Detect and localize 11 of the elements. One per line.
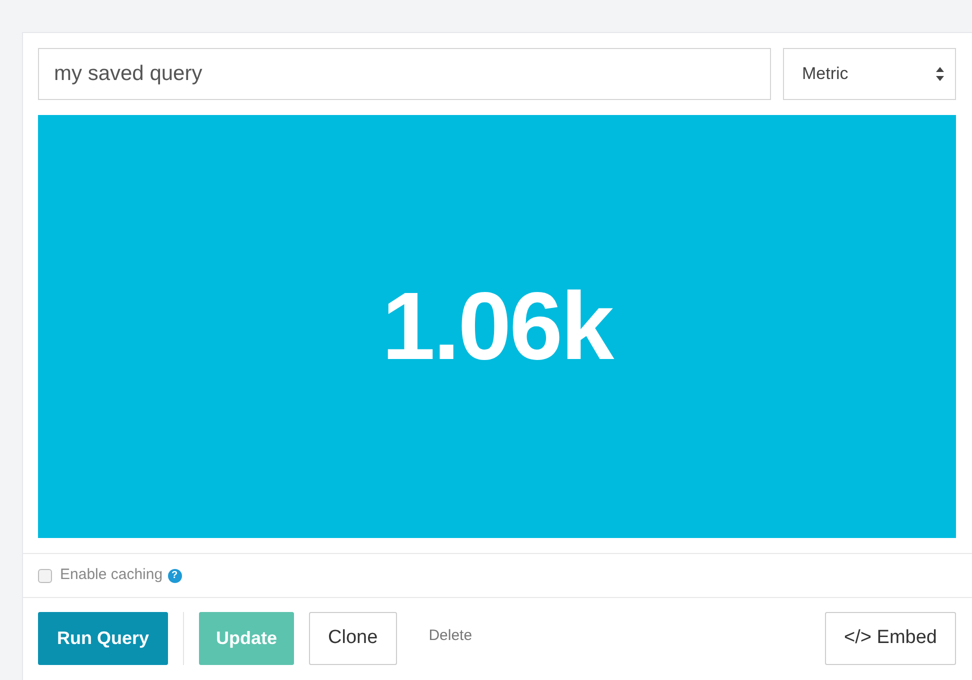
action-button[interactable]: Clone	[309, 612, 397, 665]
caching-label: Enable caching	[60, 565, 163, 586]
action-button[interactable]: </> Embed	[825, 612, 956, 665]
caching-checkbox[interactable]	[38, 568, 52, 582]
run-button[interactable]: Run Query	[38, 612, 168, 665]
query-name-field[interactable]: my saved query	[38, 48, 771, 100]
metric-value: 1.06k	[382, 272, 612, 382]
visualization-select[interactable]: Metric	[783, 48, 956, 100]
delete-link[interactable]: Delete	[412, 610, 490, 663]
select-value: Metric	[802, 63, 848, 86]
up-down-arrows-icon	[935, 66, 945, 82]
